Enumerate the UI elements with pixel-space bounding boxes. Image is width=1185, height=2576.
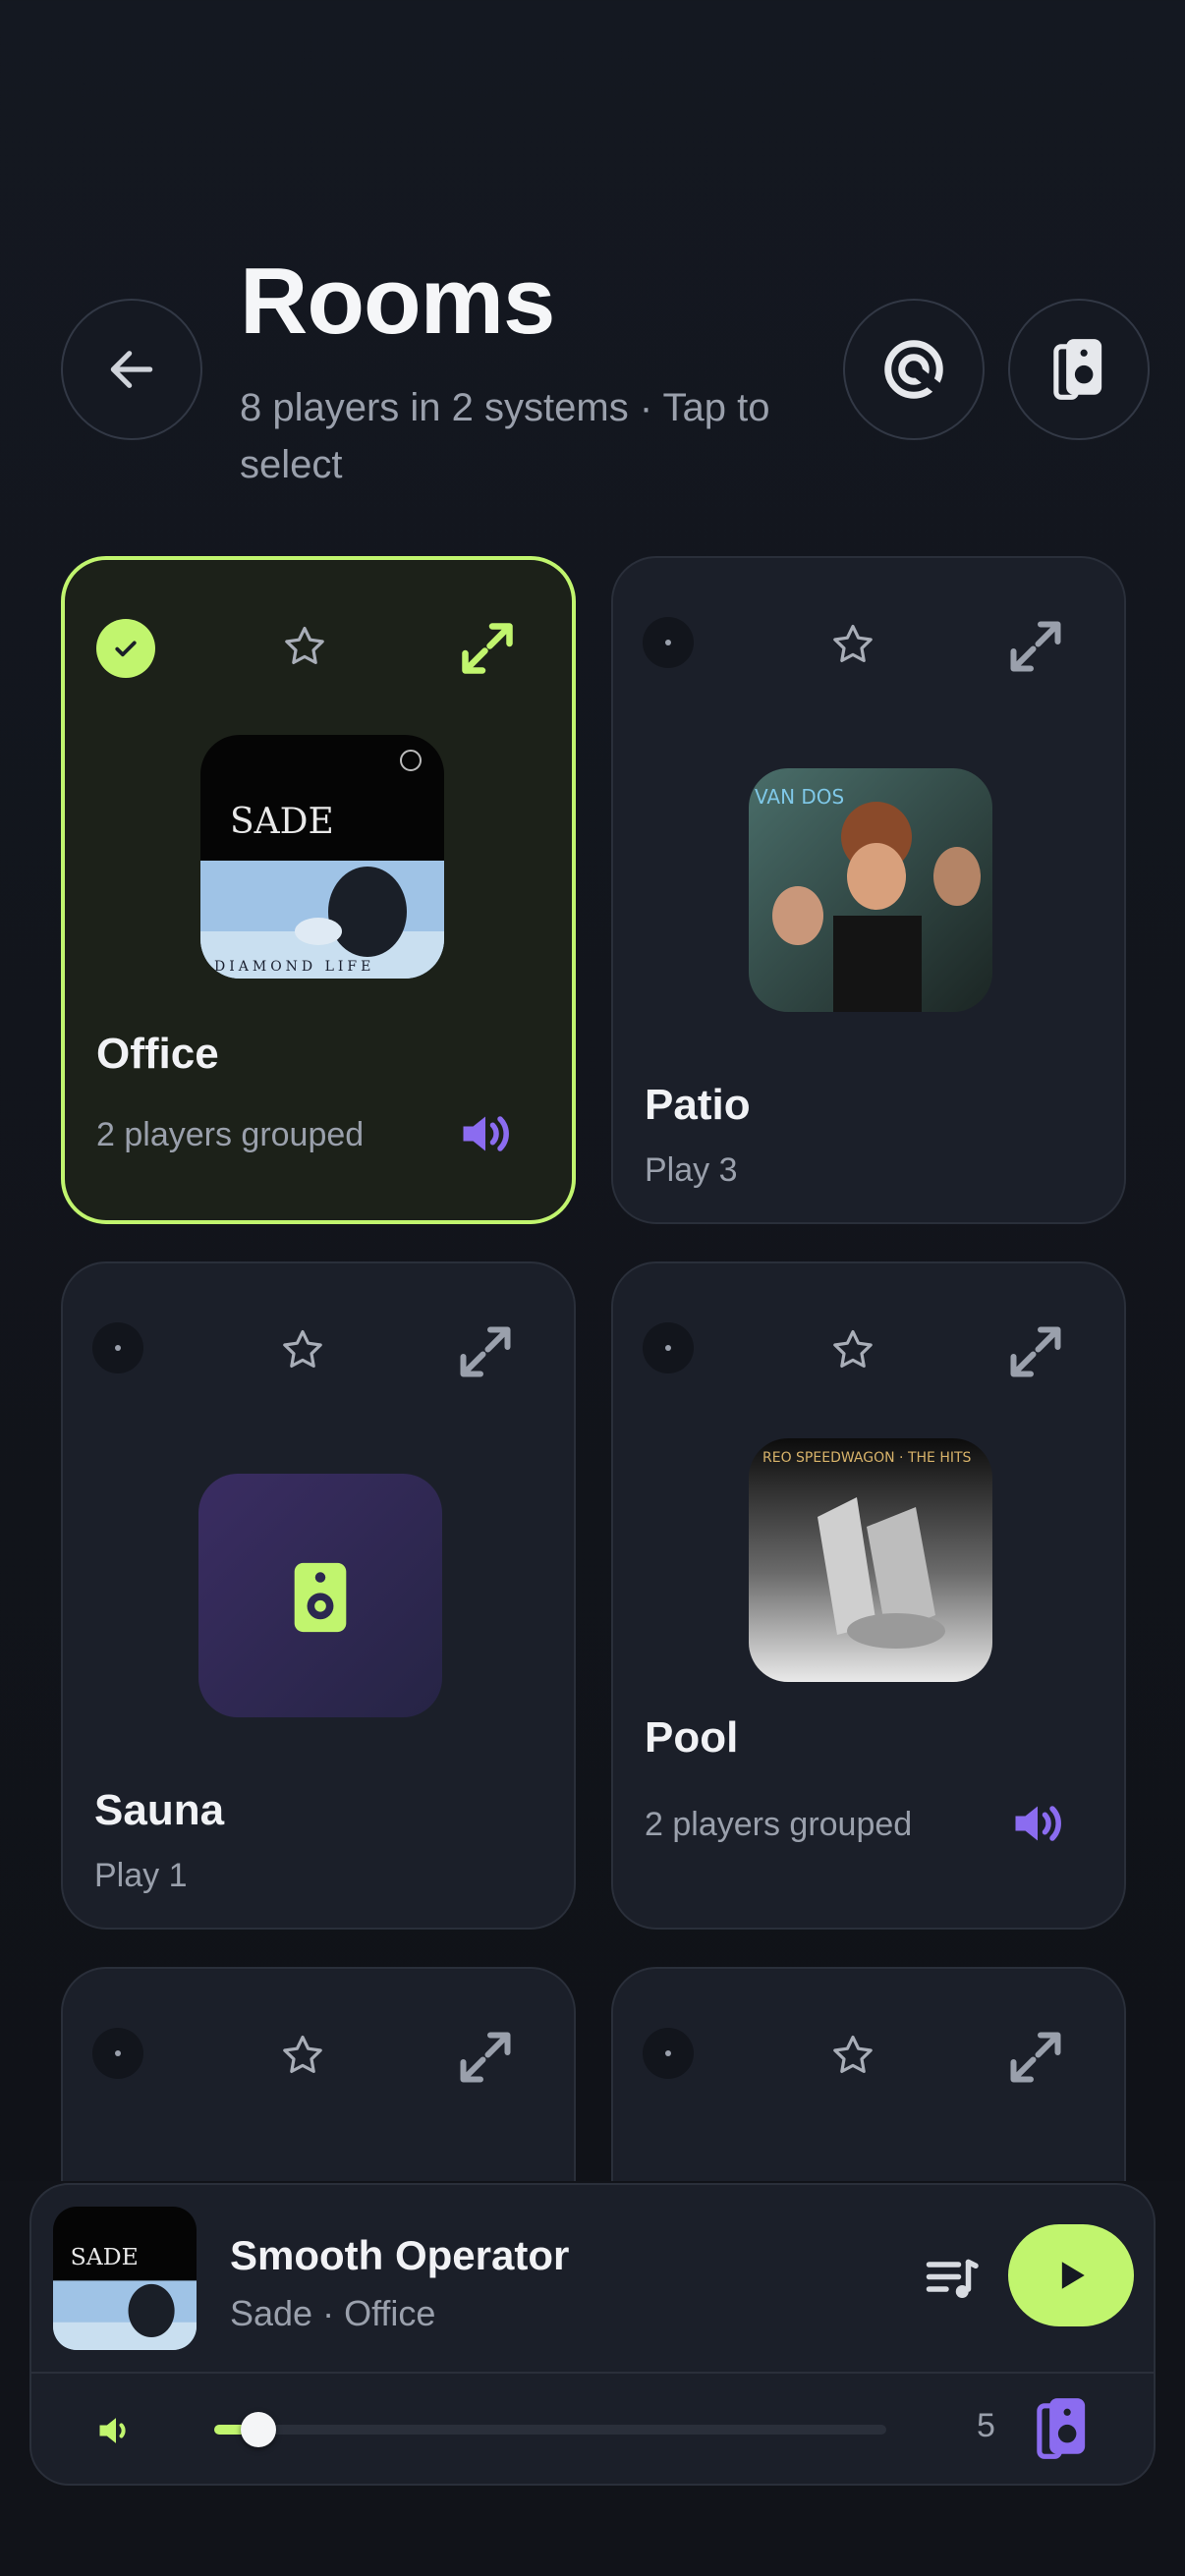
page-title: Rooms bbox=[240, 249, 555, 354]
select-dot[interactable] bbox=[92, 2028, 143, 2079]
track-artist-room: Sade · Office bbox=[230, 2293, 436, 2333]
speaker-icon bbox=[1053, 339, 1102, 400]
room-status: Play 3 bbox=[645, 1151, 738, 1189]
expand-icon[interactable] bbox=[456, 2028, 515, 2087]
room-status: 2 players grouped bbox=[645, 1806, 913, 1843]
select-dot[interactable] bbox=[92, 1322, 143, 1373]
volume-slider[interactable] bbox=[214, 2412, 886, 2447]
divider bbox=[31, 2372, 1154, 2374]
volume-icon[interactable] bbox=[94, 2409, 138, 2452]
play-icon bbox=[1061, 2262, 1085, 2289]
album-art-office: SADE DIAMOND LIFE bbox=[200, 735, 444, 979]
cast-button[interactable] bbox=[843, 299, 985, 440]
album-text-sade: SADE bbox=[230, 802, 334, 842]
play-button[interactable] bbox=[1008, 2224, 1134, 2326]
room-card-sauna[interactable]: Sauna Play 1 bbox=[61, 1261, 576, 1930]
album-text-diamond-life: DIAMOND LIFE bbox=[214, 959, 374, 975]
star-icon[interactable] bbox=[829, 621, 876, 668]
room-card-office[interactable]: SADE DIAMOND LIFE Office 2 players group… bbox=[61, 556, 576, 1224]
expand-icon[interactable] bbox=[456, 1322, 515, 1381]
expand-icon[interactable] bbox=[458, 619, 517, 678]
room-name: Patio bbox=[645, 1081, 751, 1129]
room-name: Sauna bbox=[94, 1786, 225, 1834]
star-icon[interactable] bbox=[281, 623, 328, 670]
select-dot[interactable] bbox=[643, 1322, 694, 1373]
star-icon[interactable] bbox=[829, 2032, 876, 2079]
expand-icon[interactable] bbox=[1006, 617, 1065, 676]
room-name: Pool bbox=[645, 1713, 739, 1762]
volume-slider-knob[interactable] bbox=[241, 2412, 277, 2447]
room-card-pool[interactable]: REO SPEEDWAGON · THE HITS Pool 2 players… bbox=[611, 1261, 1126, 1930]
room-name: Office bbox=[96, 1030, 219, 1078]
track-title: Smooth Operator bbox=[230, 2232, 570, 2278]
select-dot[interactable] bbox=[643, 617, 694, 668]
arrow-left-icon bbox=[110, 351, 153, 388]
page-subtitle: 8 players in 2 systems · Tap to select bbox=[240, 386, 770, 486]
speaker-group-icon[interactable] bbox=[1032, 2393, 1093, 2464]
cast-target-icon bbox=[884, 340, 946, 399]
now-playing-art: SADE bbox=[53, 2207, 197, 2350]
expand-icon[interactable] bbox=[1006, 2028, 1065, 2087]
album-text-van-dos: VAN DOS bbox=[755, 785, 844, 809]
select-dot[interactable] bbox=[643, 2028, 694, 2079]
speaker-placeholder-art bbox=[198, 1474, 442, 1717]
room-status: 2 players grouped bbox=[96, 1116, 365, 1153]
speaker-count: 5 bbox=[977, 2407, 995, 2444]
volume-icon[interactable] bbox=[456, 1104, 515, 1163]
back-button[interactable] bbox=[61, 299, 202, 440]
album-art-pool: REO SPEEDWAGON · THE HITS bbox=[749, 1438, 992, 1682]
queue-icon[interactable] bbox=[922, 2250, 981, 2309]
expand-icon[interactable] bbox=[1006, 1322, 1065, 1381]
room-card-patio[interactable]: VAN DOS Patio Play 3 bbox=[611, 556, 1126, 1224]
speaker-icon bbox=[294, 1562, 347, 1633]
star-icon[interactable] bbox=[829, 1326, 876, 1373]
star-icon[interactable] bbox=[279, 2032, 326, 2079]
album-art-patio: VAN DOS bbox=[749, 768, 992, 1012]
speakers-button[interactable] bbox=[1008, 299, 1150, 440]
volume-icon[interactable] bbox=[1008, 1794, 1067, 1853]
star-icon[interactable] bbox=[279, 1326, 326, 1373]
album-text-reo: REO SPEEDWAGON · THE HITS bbox=[762, 1450, 972, 1466]
album-text-sade: SADE bbox=[71, 2243, 139, 2270]
now-playing-bar[interactable]: SADE Smooth Operator Sade · Office 5 bbox=[29, 2183, 1156, 2486]
room-status: Play 1 bbox=[94, 1857, 188, 1894]
selected-check-icon[interactable] bbox=[96, 619, 155, 678]
